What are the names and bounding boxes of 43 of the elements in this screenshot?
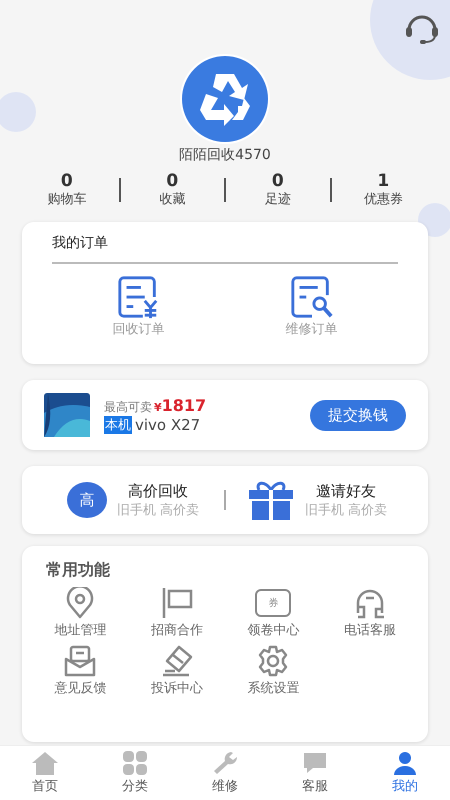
stat-label[interactable]: 足迹 bbox=[264, 190, 291, 208]
stat-label[interactable]: 收藏 bbox=[159, 190, 186, 208]
recycle-logo[interactable] bbox=[180, 54, 270, 144]
price-label: 最高可卖 bbox=[104, 400, 152, 414]
coupon-icon[interactable]: 券 bbox=[255, 589, 292, 617]
device-tag: 本机 bbox=[104, 416, 132, 434]
home-icon[interactable] bbox=[31, 751, 59, 775]
badge-icon[interactable]: 高 bbox=[66, 482, 107, 518]
tab[interactable]: 分类 bbox=[90, 746, 180, 800]
promo-subtitle: 旧手机 高价卖 bbox=[116, 502, 200, 518]
settings-icon[interactable] bbox=[257, 645, 290, 677]
function-label[interactable]: 意见反馈 bbox=[54, 679, 106, 697]
user-name: 陌陌回收4570 bbox=[179, 146, 271, 164]
promo-title[interactable]: 高价回收 bbox=[128, 482, 188, 500]
promo-title[interactable]: 邀请好友 bbox=[316, 482, 376, 500]
submit-button[interactable]: 提交换钱 bbox=[310, 400, 406, 430]
price: ¥1817 bbox=[154, 396, 206, 415]
grid-icon[interactable] bbox=[121, 751, 149, 775]
device-model: vivo X27 bbox=[135, 416, 200, 434]
function-label[interactable]: 地址管理 bbox=[54, 621, 106, 639]
tab[interactable]: 维修 bbox=[180, 746, 270, 800]
tab[interactable]: 我的 bbox=[360, 746, 450, 800]
function-label[interactable]: 招商合作 bbox=[150, 621, 203, 639]
function-label[interactable]: 领卷中心 bbox=[247, 621, 300, 639]
promo-subtitle: 旧手机 高价卖 bbox=[304, 502, 388, 518]
stat-count[interactable]: 1 bbox=[377, 172, 390, 190]
user-icon[interactable] bbox=[391, 751, 419, 775]
stat-count[interactable]: 0 bbox=[60, 172, 73, 190]
tab[interactable]: 客服 bbox=[270, 746, 360, 800]
inbox-icon[interactable] bbox=[64, 645, 96, 677]
function-label[interactable]: 电话客服 bbox=[344, 621, 396, 639]
stat-label[interactable]: 购物车 bbox=[47, 190, 86, 208]
tab[interactable]: 首页 bbox=[0, 746, 90, 800]
function-label[interactable]: 系统设置 bbox=[247, 679, 300, 697]
stat-count[interactable]: 0 bbox=[166, 172, 178, 190]
gift-icon[interactable] bbox=[246, 480, 295, 520]
stat-label[interactable]: 优惠券 bbox=[364, 190, 403, 208]
flag-icon[interactable] bbox=[160, 587, 193, 619]
section-title: 我的订单 bbox=[52, 234, 109, 252]
stat-count[interactable]: 0 bbox=[272, 172, 284, 190]
section-title: 常用功能 bbox=[46, 560, 111, 581]
function-label[interactable]: 投诉中心 bbox=[150, 679, 203, 697]
chat-icon[interactable] bbox=[301, 751, 329, 775]
